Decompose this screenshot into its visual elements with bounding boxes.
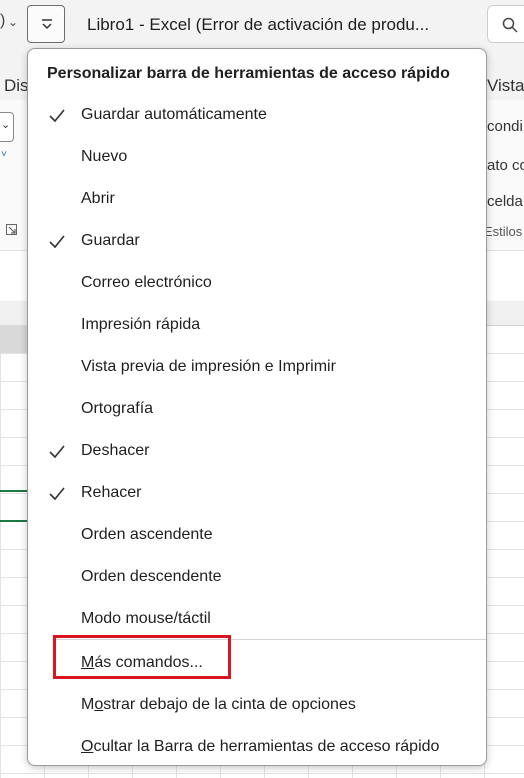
customize-qat-menu: Personalizar barra de herramientas de ac… — [27, 48, 487, 766]
styles-group-label: Estilos — [484, 224, 523, 239]
expand-chevron-icon[interactable]: ˅ — [1, 149, 7, 160]
menu-item-label: Rehacer — [81, 484, 142, 501]
chevron-down-icon[interactable]: ⌄ — [8, 15, 18, 29]
menu-item-label: Deshacer — [81, 442, 150, 459]
tab-vista[interactable]: Vista — [487, 76, 524, 96]
menu-item-label: Modo mouse/táctil — [81, 610, 211, 627]
menu-item-label: Mostrar debajo de la cinta de opciones — [81, 696, 356, 714]
menu-item-label: Vista previa de impresión e Imprimir — [81, 358, 336, 375]
menu-item-label: Guardar — [81, 232, 140, 249]
window-title: Libro1 - Excel (Error de activación de p… — [87, 15, 430, 34]
menu-item-orden-ascendente[interactable]: Orden ascendente — [28, 515, 486, 557]
menu-item-guardar[interactable]: Guardar — [28, 221, 486, 263]
search-button[interactable] — [487, 5, 524, 43]
label-text: M — [81, 696, 95, 713]
checkmark-icon — [49, 109, 65, 123]
label-text: cultar la Barra de herramientas de acces… — [93, 738, 440, 755]
access-key: O — [81, 738, 94, 755]
menu-item-ocultar-barra[interactable]: Ocultar la Barra de herramientas de acce… — [28, 727, 486, 769]
label-text: strar debajo de la cinta de opciones — [103, 696, 356, 713]
menu-item-label: Orden descendente — [81, 568, 222, 585]
chevron-down-icon: ⌄ — [1, 119, 11, 131]
qat-partial-icon[interactable]: ) — [0, 12, 5, 30]
cell-styles-button[interactable]: celda — [487, 193, 523, 210]
checkmark-icon — [49, 235, 65, 249]
menu-item-abrir[interactable]: Abrir — [28, 179, 486, 221]
checkmark-icon — [49, 487, 65, 501]
menu-item-label: Correo electrónico — [81, 274, 212, 291]
access-key: o — [94, 696, 104, 713]
menu-item-rehacer[interactable]: Rehacer — [28, 473, 486, 515]
menu-item-vista-previa-imprimir[interactable]: Vista previa de impresión e Imprimir — [28, 347, 486, 389]
checkmark-icon — [49, 445, 65, 459]
customize-qat-button[interactable] — [27, 5, 65, 43]
menu-item-nuevo[interactable]: Nuevo — [28, 137, 486, 179]
menu-item-correo-electronico[interactable]: Correo electrónico — [28, 263, 486, 305]
menu-header: Personalizar barra de herramientas de ac… — [47, 65, 450, 82]
menu-item-label: Guardar automáticamente — [81, 106, 267, 123]
tab-disposicion[interactable]: Dis — [4, 76, 29, 96]
menu-item-guardar-automaticamente[interactable]: Guardar automáticamente — [28, 95, 486, 137]
format-as-table-button[interactable]: ato co — [487, 157, 524, 174]
menu-item-orden-descendente[interactable]: Orden descendente — [28, 557, 486, 599]
customize-dropdown-icon — [42, 19, 52, 30]
menu-item-label: Nuevo — [81, 148, 128, 165]
menu-item-label: Ortografía — [81, 400, 154, 417]
conditional-format-button[interactable]: condi — [487, 118, 523, 135]
menu-item-label: Ocultar la Barra de herramientas de acce… — [81, 738, 439, 756]
menu-item-mostrar-debajo-cinta[interactable]: Mostrar debajo de la cinta de opciones — [28, 685, 486, 727]
menu-item-label: Orden ascendente — [81, 526, 213, 543]
menu-item-impresion-rapida[interactable]: Impresión rápida — [28, 305, 486, 347]
highlight-annotation — [53, 635, 231, 679]
menu-item-label: Impresión rápida — [81, 316, 201, 333]
menu-item-ortografia[interactable]: Ortografía — [28, 389, 486, 431]
cell-selection — [0, 490, 30, 522]
dialog-launcher-icon[interactable] — [6, 224, 17, 238]
search-icon — [502, 17, 518, 33]
ribbon-dropdown[interactable]: ⌄ — [0, 112, 14, 142]
row-header-selected — [0, 325, 30, 353]
menu-item-deshacer[interactable]: Deshacer — [28, 431, 486, 473]
menu-item-label: Abrir — [81, 190, 115, 207]
